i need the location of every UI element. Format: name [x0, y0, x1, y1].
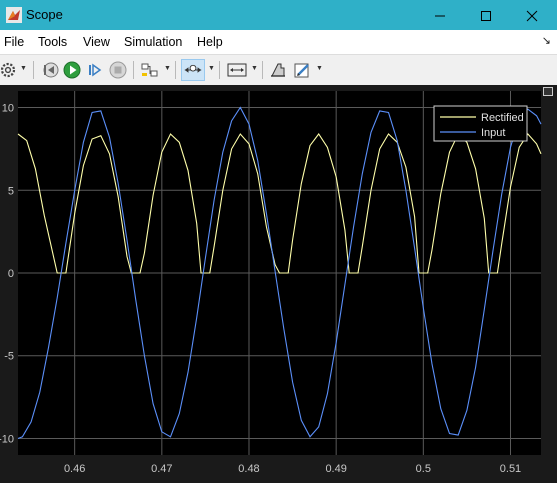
toolbar-separator	[219, 61, 220, 79]
x-tick-label: 0.48	[238, 463, 259, 475]
scope-chart[interactable]: 0.46 0.47 0.48 0.49 0.5 0.51 -10 -5 0 5 10 Rectifi…	[0, 85, 557, 483]
toolbar-separator	[133, 61, 134, 79]
y-tick-label: -10	[0, 433, 14, 445]
scope-display: 0.46 0.47 0.48 0.49 0.5 0.51 -10 -5 0 5 10 Rectifi…	[0, 85, 557, 483]
x-tick-label: 0.5	[416, 463, 431, 475]
y-tick-label: 5	[8, 185, 14, 197]
menu-help[interactable]: Help	[197, 35, 223, 49]
title-bar: Scope	[0, 0, 557, 30]
close-icon	[526, 10, 538, 22]
undock-icon[interactable]: ↘	[542, 34, 551, 47]
y-tick-label: -5	[4, 351, 14, 363]
run-icon[interactable]	[62, 59, 82, 81]
toolbar: ▼ ▼ ▼ ▼ ▼	[0, 54, 557, 86]
menu-view[interactable]: View	[83, 35, 110, 49]
legend[interactable]: Rectified Input	[433, 105, 528, 142]
toolbar-separator	[262, 61, 263, 79]
measure-icon[interactable]	[268, 59, 288, 81]
step-forward-icon[interactable]	[86, 59, 104, 81]
window-title: Scope	[26, 7, 63, 22]
menu-bar: File Tools View Simulation Help ↘	[0, 30, 557, 54]
highlight-icon[interactable]	[140, 59, 160, 81]
toolbar-separator	[175, 61, 176, 79]
legend-label: Input	[481, 127, 505, 139]
scale-dropdown-icon[interactable]: ▼	[251, 65, 258, 72]
scale-axes-icon[interactable]	[226, 59, 248, 81]
gear-icon[interactable]	[0, 59, 18, 81]
toolbar-separator	[33, 61, 34, 79]
x-tick-label: 0.51	[500, 463, 521, 475]
minimize-button[interactable]	[417, 0, 463, 30]
menu-file[interactable]: File	[4, 35, 24, 49]
zoom-icon[interactable]	[181, 59, 205, 81]
maximize-button[interactable]	[463, 0, 509, 30]
minimize-icon	[435, 15, 445, 17]
legend-label: Rectified	[481, 112, 524, 124]
y-tick-label: 0	[8, 268, 14, 280]
edit-dropdown-icon[interactable]: ▼	[316, 65, 323, 72]
edit-icon[interactable]	[292, 59, 312, 81]
menu-simulation[interactable]: Simulation	[124, 35, 182, 49]
x-tick-label: 0.46	[64, 463, 85, 475]
menu-tools[interactable]: Tools	[38, 35, 67, 49]
y-tick-label: 10	[2, 103, 14, 115]
zoom-dropdown-icon[interactable]: ▼	[208, 65, 215, 72]
gear-dropdown-icon[interactable]: ▼	[20, 65, 27, 72]
x-tick-label: 0.47	[151, 463, 172, 475]
matlab-icon	[6, 7, 22, 23]
x-tick-label: 0.49	[325, 463, 346, 475]
stop-icon[interactable]	[108, 59, 128, 81]
highlight-dropdown-icon[interactable]: ▼	[164, 65, 171, 72]
maximize-icon	[481, 11, 491, 22]
step-back-icon[interactable]	[40, 59, 60, 81]
close-button[interactable]	[509, 0, 555, 30]
